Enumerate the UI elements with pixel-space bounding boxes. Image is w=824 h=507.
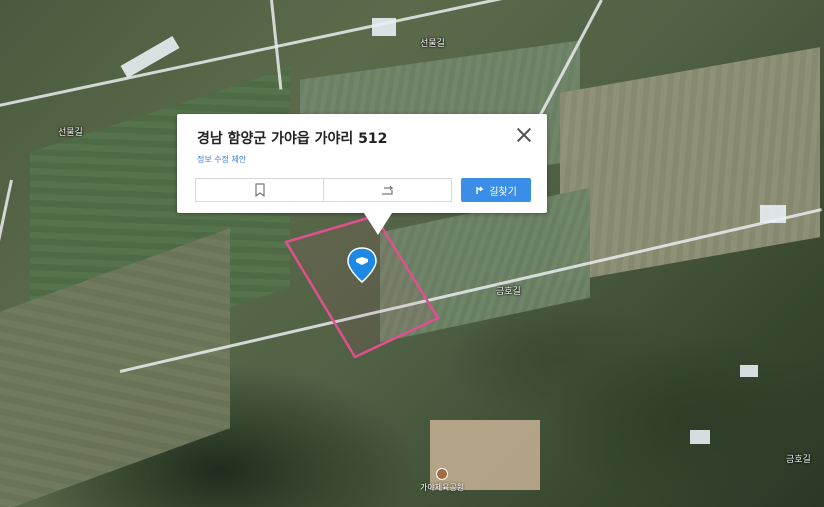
- route-button-label: 길찾기: [489, 186, 517, 198]
- road-label: 선물길: [58, 128, 83, 138]
- route-button[interactable]: 길찾기: [461, 178, 531, 202]
- facility-icon: [436, 468, 449, 480]
- location-pin-icon[interactable]: [345, 246, 379, 284]
- share-icon: [381, 185, 393, 195]
- share-button[interactable]: [323, 179, 451, 201]
- popup-action-bar: [195, 178, 452, 202]
- facility-marker[interactable]: 가야체육공원: [420, 468, 464, 493]
- facility-label: 가야체육공원: [420, 483, 465, 492]
- popup-address-title: 경남 함양군 가야읍 가야리 512: [197, 131, 388, 147]
- road-label: 금호길: [496, 287, 521, 297]
- road-label: 선물길: [420, 39, 445, 49]
- route-icon: [476, 186, 484, 194]
- parcel-outline: [284, 214, 440, 359]
- suggest-edit-link[interactable]: 정보 수정 제안: [197, 154, 246, 165]
- satellite-map[interactable]: 선물길 선물길 금호길 금호길 가야체육공원 경남 함양군 가야읍 가야리 51…: [0, 0, 824, 507]
- bookmark-button[interactable]: [196, 179, 323, 201]
- popup-tail: [364, 213, 392, 235]
- bookmark-icon: [254, 183, 265, 197]
- road-label: 금호길: [786, 455, 811, 465]
- close-icon[interactable]: [513, 124, 535, 146]
- place-info-popup: 경남 함양군 가야읍 가야리 512 정보 수정 제안 길찾기: [177, 114, 547, 235]
